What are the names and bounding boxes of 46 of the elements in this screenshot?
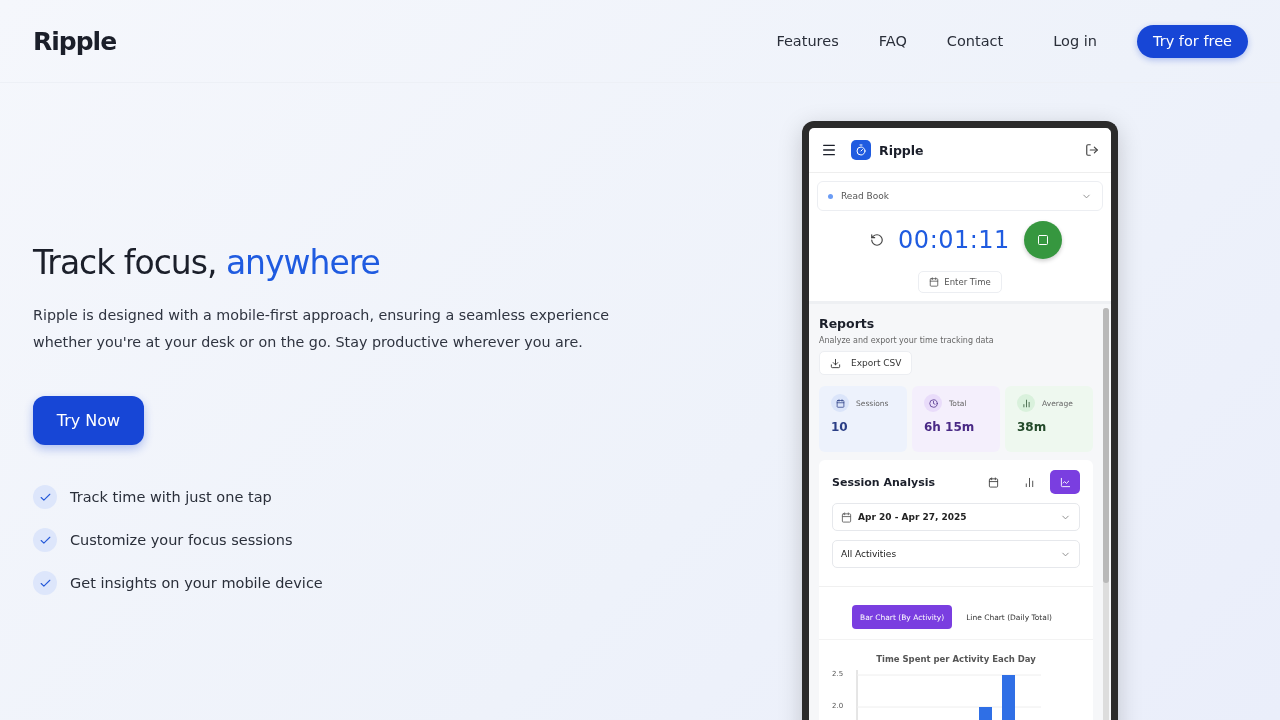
stopwatch-icon bbox=[851, 140, 871, 160]
calendar-icon bbox=[987, 476, 999, 488]
app-name: Ripple bbox=[879, 142, 925, 158]
stat-icon bbox=[924, 394, 942, 412]
nav-link[interactable]: Contact bbox=[946, 33, 1004, 49]
reports-title: Reports bbox=[819, 316, 876, 331]
calendar-icon bbox=[841, 511, 852, 523]
check-icon bbox=[33, 571, 57, 595]
scrollbar[interactable] bbox=[1103, 308, 1109, 720]
stat-value: 6h 15m bbox=[924, 420, 976, 434]
activity-select[interactable]: Read Book bbox=[817, 181, 1103, 211]
stop-button[interactable] bbox=[1023, 221, 1062, 259]
brand-logo[interactable]: Ripple bbox=[33, 26, 777, 56]
stat-icon bbox=[831, 394, 849, 412]
timer-display: 00:01:11 bbox=[898, 226, 1010, 254]
try-now-button[interactable]: Try Now bbox=[33, 396, 144, 445]
try-free-button[interactable]: Try for free bbox=[1137, 24, 1248, 58]
activity-filter-select[interactable]: All Activities bbox=[832, 540, 1080, 568]
export-csv-button[interactable]: Export CSV bbox=[819, 351, 913, 375]
stat-value: 10 bbox=[831, 420, 849, 434]
bar-chart-icon bbox=[1023, 476, 1035, 488]
download-icon bbox=[830, 357, 841, 369]
line-view-button[interactable] bbox=[1050, 470, 1080, 494]
line-chart-icon bbox=[1059, 476, 1071, 488]
check-icon bbox=[33, 485, 57, 509]
square-icon bbox=[1036, 234, 1049, 246]
reports-subtitle: Analyze and export your time tracking data bbox=[819, 336, 995, 345]
hero-description: Ripple is designed with a mobile-first approach, ensuring a seamless experience whether you're at your desk or on the go. Stay productive wherever you are. bbox=[33, 306, 611, 352]
stat-value: 38m bbox=[1017, 420, 1048, 434]
login-link[interactable]: Log in bbox=[1053, 33, 1097, 49]
feature-text: Get insights on your mobile device bbox=[70, 575, 323, 591]
logout-icon[interactable] bbox=[1085, 143, 1099, 157]
calendar-icon bbox=[929, 277, 940, 287]
date-range-select[interactable]: Apr 20 - Apr 27, 2025 bbox=[832, 503, 1080, 531]
feature-text: Track time with just one tap bbox=[70, 489, 272, 505]
reset-icon[interactable] bbox=[870, 233, 885, 247]
enter-time-button[interactable]: Enter Time bbox=[918, 271, 1002, 293]
stat-icon bbox=[1017, 394, 1035, 412]
nav-link[interactable]: Features bbox=[776, 33, 839, 49]
nav-link[interactable]: FAQ bbox=[878, 33, 907, 49]
menu-icon[interactable] bbox=[821, 142, 837, 158]
chart-title: Time Spent per Activity Each Day bbox=[875, 654, 1037, 664]
card-title: Session Analysis bbox=[832, 475, 937, 489]
feature-text: Customize your focus sessions bbox=[70, 532, 293, 548]
hero-heading: Track focus, anywhere bbox=[33, 243, 381, 282]
check-icon bbox=[33, 528, 57, 552]
